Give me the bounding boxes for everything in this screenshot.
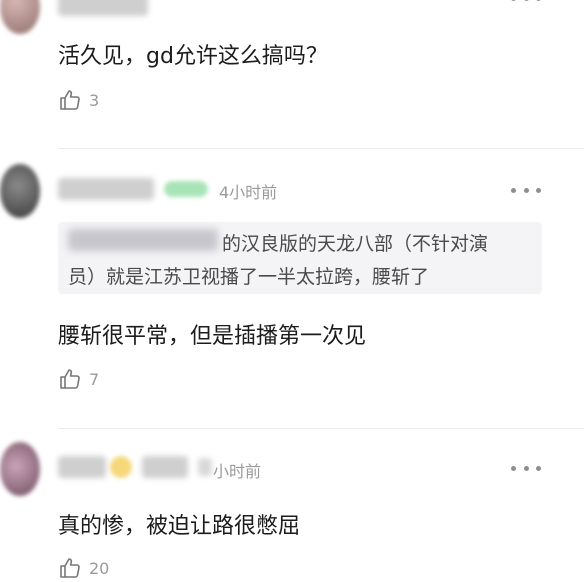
- quoted-text-blurred: [68, 229, 218, 251]
- more-options-button[interactable]: [511, 0, 541, 2]
- comment-text: 真的惨，被迫让路很憋屈: [58, 514, 301, 539]
- comment-3: 小时前 真的惨，被迫让路很憋屈 20: [0, 430, 584, 578]
- divider: [58, 428, 584, 429]
- username-blurred[interactable]: [58, 178, 154, 200]
- thumbs-up-icon: [60, 90, 80, 110]
- more-options-button[interactable]: [511, 186, 541, 194]
- more-options-button[interactable]: [511, 464, 541, 472]
- avatar[interactable]: [0, 442, 40, 496]
- username-blurred[interactable]: [58, 0, 148, 16]
- more-dots-icon: [511, 187, 516, 193]
- username-blurred-2[interactable]: [142, 456, 188, 478]
- more-dots-icon: [511, 0, 516, 1]
- comment-text: 活久见，gd允许这么搞吗？: [58, 44, 328, 69]
- comment-2: 4小时前 的汉良版的天龙八部（不针对演 员）就是江苏卫视播了一半太拉跨，腰斩了 …: [0, 150, 584, 429]
- quote-line-1: 的汉良版的天龙八部（不针对演: [222, 233, 489, 255]
- comment-time: 小时前: [213, 462, 262, 481]
- comment-time: 4小时前: [219, 183, 278, 202]
- time-blurred-prefix: [198, 458, 212, 476]
- divider: [58, 148, 584, 149]
- more-dots-icon: [511, 465, 516, 471]
- comment-1: 活久见，gd允许这么搞吗？ 3: [0, 0, 584, 149]
- quoted-reply[interactable]: 的汉良版的天龙八部（不针对演 员）就是江苏卫视播了一半太拉跨，腰斩了: [58, 222, 542, 294]
- like-count: 20: [89, 558, 110, 578]
- user-badge: [164, 181, 208, 197]
- avatar[interactable]: [0, 0, 40, 34]
- like-count: 3: [89, 90, 100, 110]
- quote-line-2: 员）就是江苏卫视播了一半太拉跨，腰斩了: [68, 266, 430, 288]
- like-button[interactable]: 3: [58, 86, 99, 114]
- like-button[interactable]: 7: [58, 365, 99, 393]
- like-count: 7: [89, 369, 100, 389]
- username-blurred[interactable]: [58, 456, 106, 478]
- thumbs-up-icon: [60, 369, 80, 389]
- thumbs-up-icon: [60, 558, 80, 578]
- avatar[interactable]: [0, 164, 40, 218]
- comment-text: 腰斩很平常，但是插播第一次见: [58, 324, 367, 349]
- user-badge: [110, 456, 132, 478]
